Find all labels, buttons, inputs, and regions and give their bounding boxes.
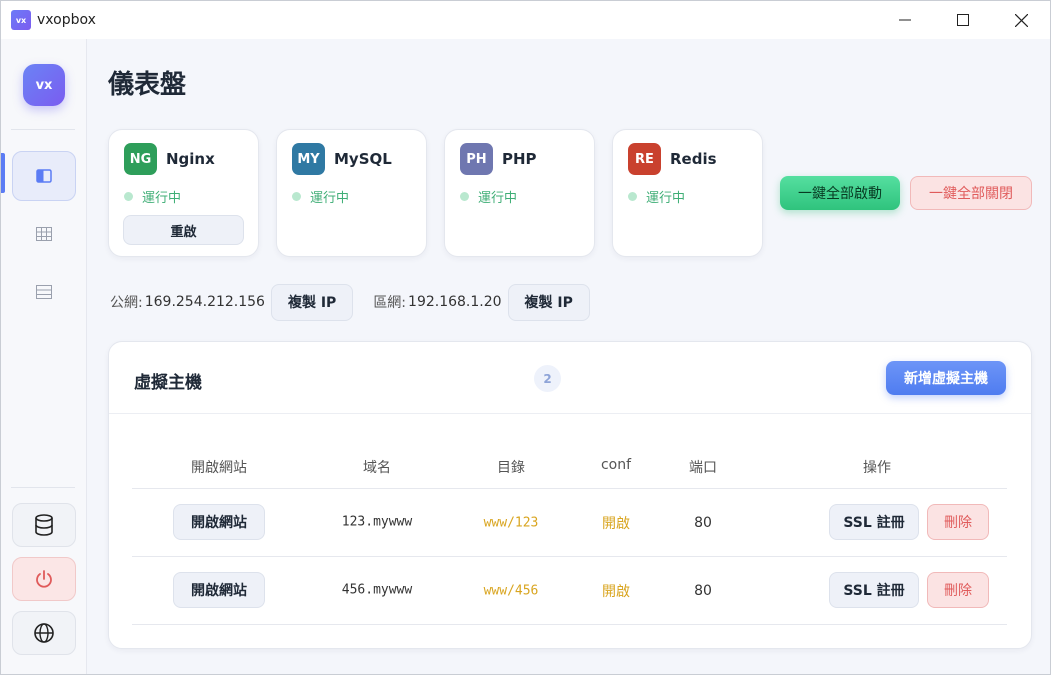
sidebar-item-list[interactable]	[12, 267, 76, 317]
title-bar: vx vxopbox	[1, 1, 1050, 39]
sidebar-database-button[interactable]	[12, 503, 76, 547]
public-ip-label: 公網:	[110, 295, 143, 311]
app-logo-icon: vx	[11, 10, 31, 30]
maximize-icon	[957, 14, 969, 26]
mysql-badge-icon: MY	[292, 143, 325, 175]
virtual-hosts-count-badge: 2	[534, 365, 561, 392]
virtual-hosts-header: 虛擬主機 2 新增虛擬主機	[109, 342, 1031, 414]
virtual-hosts-panel: 虛擬主機 2 新增虛擬主機 開啟網站 域名 目錄 conf 端口 操作 開啟網站…	[108, 341, 1032, 649]
sidebar-power-button[interactable]	[12, 557, 76, 601]
sidebar-divider-bottom	[11, 487, 75, 488]
service-card-mysql: MY MySQL 運行中	[276, 129, 427, 257]
redis-badge-icon: RE	[628, 143, 661, 175]
service-status: 運行中	[292, 187, 349, 206]
service-card-php: PH PHP 運行中	[444, 129, 595, 257]
service-status: 運行中	[460, 187, 517, 206]
main-content: 儀表盤 NG Nginx 運行中 重啟 MY MySQL 運行中 PH PHP …	[88, 39, 1050, 674]
start-all-button[interactable]: 一鍵全部啟動	[780, 176, 900, 210]
domain-cell: 456.mywww	[341, 582, 413, 598]
open-site-button[interactable]: 開啟網站	[173, 572, 265, 608]
service-card-redis: RE Redis 運行中	[612, 129, 763, 257]
app-window: vx vxopbox vx 儀表盤 NG Nginx 運行中 重啟 MY MyS…	[0, 0, 1051, 675]
ssl-register-button[interactable]: SSL 註冊	[829, 504, 919, 540]
column-header-conf: conf	[600, 457, 632, 473]
status-dot-icon	[292, 192, 301, 201]
add-virtual-host-button[interactable]: 新增虛擬主機	[886, 361, 1006, 395]
directory-link[interactable]: www/123	[484, 516, 539, 531]
restart-button[interactable]: 重啟	[123, 215, 244, 245]
window-title: vxopbox	[37, 12, 96, 28]
ip-row: 公網: 169.254.212.156 複製 IP 區網: 192.168.1.…	[110, 283, 590, 321]
conf-link[interactable]: 開啟	[602, 581, 630, 601]
status-dot-icon	[460, 192, 469, 201]
port-cell: 80	[694, 515, 712, 531]
grid-icon	[36, 227, 52, 241]
service-card-nginx: NG Nginx 運行中 重啟	[108, 129, 259, 257]
sidebar: vx	[1, 39, 87, 674]
virtual-hosts-title: 虛擬主機	[134, 373, 202, 393]
sidebar-item-dashboard[interactable]	[12, 151, 76, 201]
ssl-register-button[interactable]: SSL 註冊	[829, 572, 919, 608]
power-icon	[36, 570, 52, 588]
database-icon	[35, 514, 53, 536]
stop-all-button[interactable]: 一鍵全部關閉	[910, 176, 1032, 210]
delete-button[interactable]: 刪除	[927, 572, 989, 608]
open-site-button[interactable]: 開啟網站	[173, 504, 265, 540]
window-controls	[876, 1, 1050, 39]
page-title: 儀表盤	[108, 70, 187, 100]
delete-button[interactable]: 刪除	[927, 504, 989, 540]
status-dot-icon	[124, 192, 133, 201]
sidebar-item-grid[interactable]	[12, 209, 76, 259]
service-name: PHP	[502, 150, 537, 168]
minimize-button[interactable]	[876, 1, 934, 39]
column-header-domain: 域名	[363, 460, 391, 476]
service-name: Redis	[670, 150, 717, 168]
status-text: 運行中	[478, 191, 518, 206]
nginx-badge-icon: NG	[124, 143, 157, 175]
table-divider	[132, 624, 1007, 625]
table-divider	[132, 488, 1007, 489]
status-text: 運行中	[646, 191, 686, 206]
active-nav-marker	[1, 153, 5, 193]
minimize-icon	[899, 19, 911, 21]
status-dot-icon	[628, 192, 637, 201]
sidebar-divider	[11, 129, 75, 130]
service-status: 運行中	[124, 187, 181, 206]
conf-link[interactable]: 開啟	[602, 513, 630, 533]
lan-ip-label: 區網:	[373, 295, 407, 311]
service-status: 運行中	[628, 187, 685, 206]
sidebar-globe-button[interactable]	[12, 611, 76, 655]
port-cell: 80	[694, 583, 712, 599]
status-text: 運行中	[310, 191, 350, 206]
panel-icon	[36, 169, 52, 183]
column-header-actions: 操作	[863, 460, 891, 476]
column-header-directory: 目錄	[497, 460, 525, 476]
public-ip-value: 169.254.212.156	[144, 294, 265, 310]
globe-icon	[34, 623, 54, 643]
sidebar-logo: vx	[23, 64, 65, 106]
service-name: Nginx	[166, 150, 215, 168]
copy-public-ip-button[interactable]: 複製 IP	[270, 283, 354, 321]
list-icon	[36, 285, 52, 299]
table-divider	[132, 556, 1007, 557]
lan-ip-value: 192.168.1.20	[408, 294, 502, 310]
directory-link[interactable]: www/456	[484, 584, 539, 599]
maximize-button[interactable]	[934, 1, 992, 39]
close-window-button[interactable]	[992, 1, 1050, 39]
php-badge-icon: PH	[460, 143, 493, 175]
domain-cell: 123.mywww	[341, 514, 413, 530]
service-name: MySQL	[334, 150, 392, 168]
status-text: 運行中	[142, 191, 182, 206]
close-icon	[1014, 13, 1028, 27]
column-header-port: 端口	[689, 460, 717, 476]
column-header-open-site: 開啟網站	[191, 460, 247, 476]
copy-lan-ip-button[interactable]: 複製 IP	[507, 283, 590, 321]
